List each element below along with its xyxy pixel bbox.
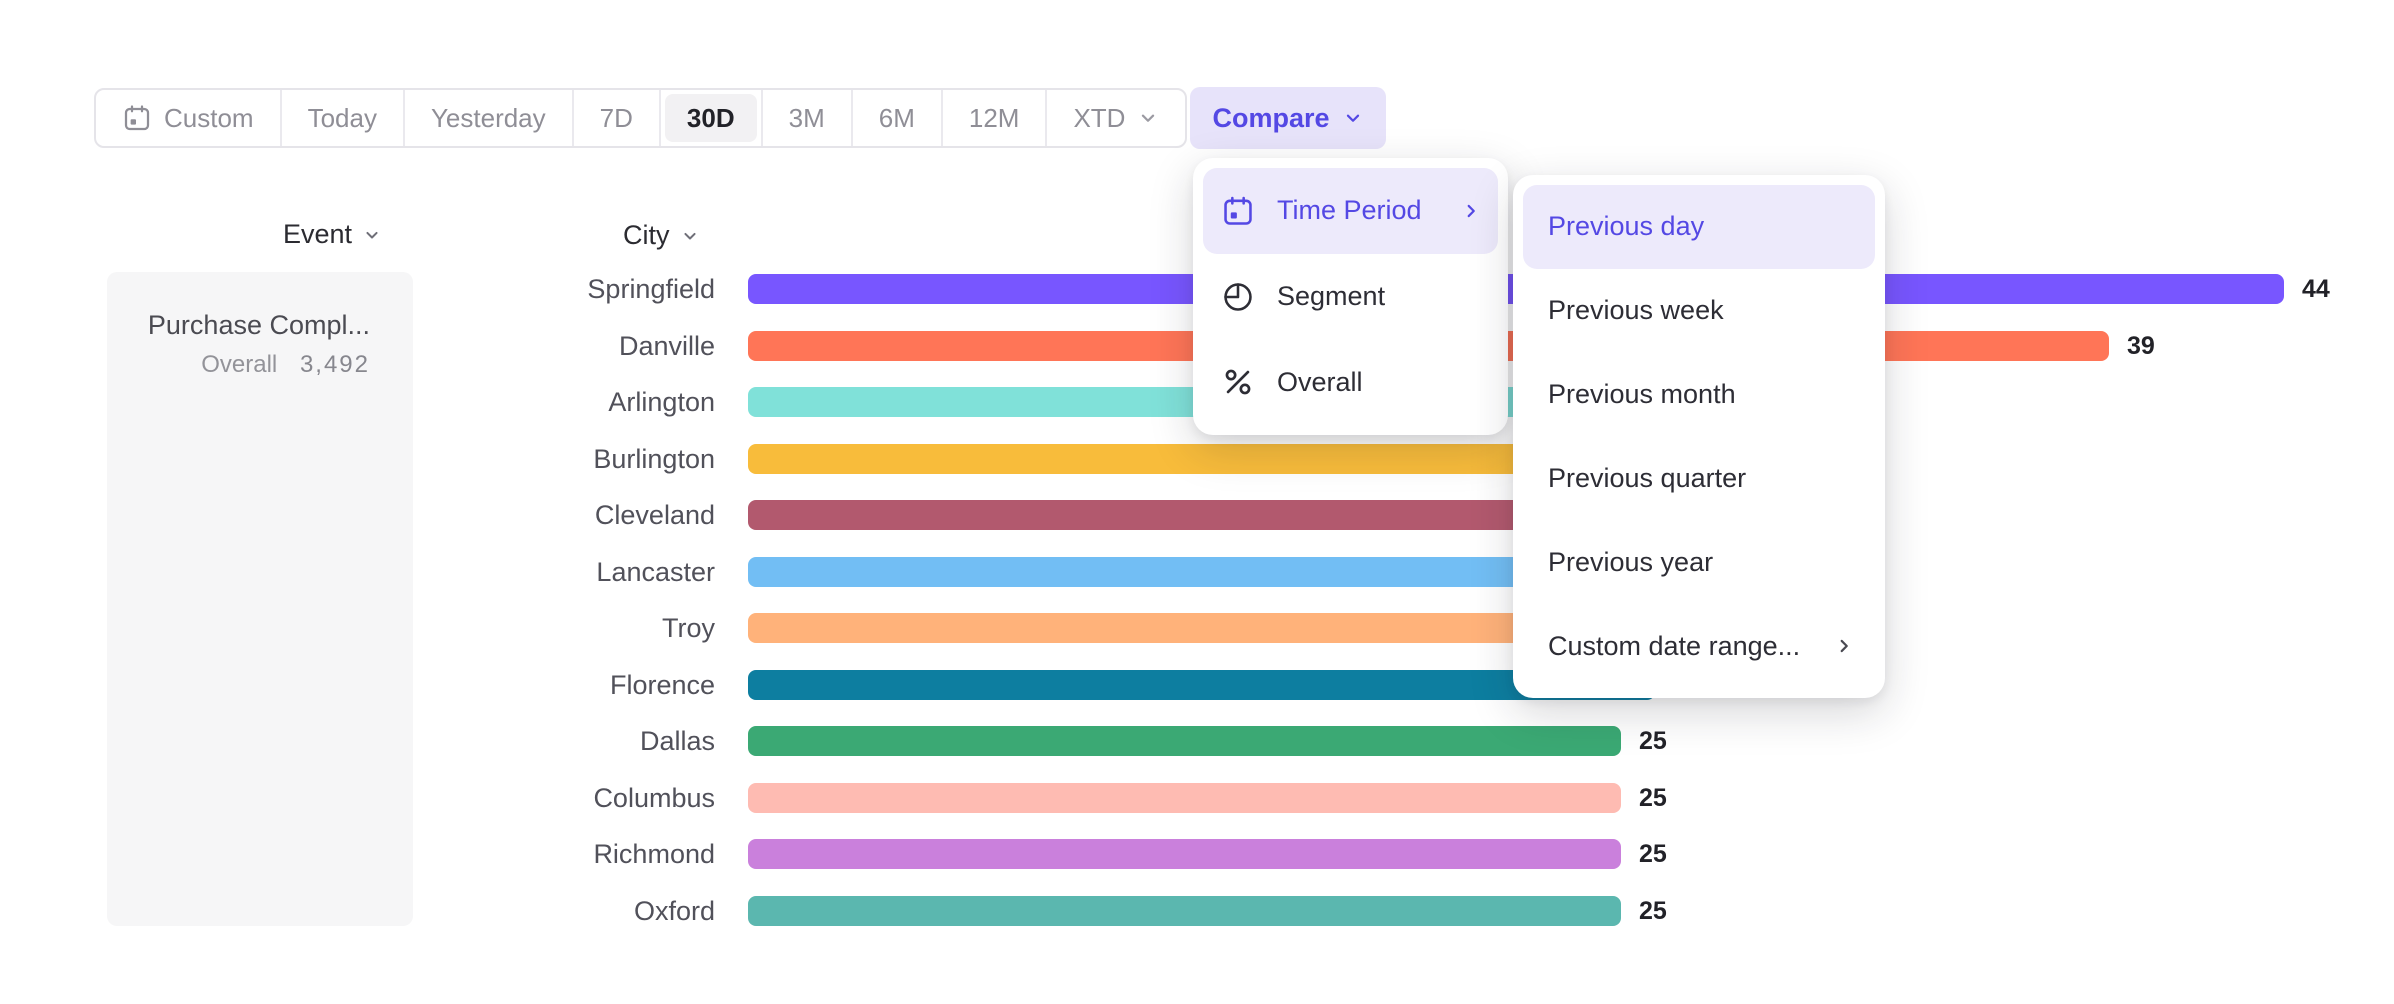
menu-item-time-period[interactable]: Time Period [1203, 168, 1498, 254]
category-label: Oxford [400, 896, 715, 926]
category-label: Lancaster [400, 557, 715, 587]
chevron-down-icon [1137, 107, 1159, 129]
range-button-yesterday[interactable]: Yesterday [405, 90, 574, 146]
chevron-right-icon [1833, 635, 1855, 657]
menu-item-previous-week[interactable]: Previous week [1523, 269, 1875, 353]
range-button-custom[interactable]: Custom [96, 90, 282, 146]
percent-icon [1221, 365, 1255, 399]
menu-item-overall[interactable]: Overall [1203, 339, 1498, 425]
value-label: 39 [2127, 331, 2155, 362]
chart-row: Troy [0, 613, 2394, 643]
event-legend-card[interactable]: Purchase Compl... Overall 3,492 [107, 272, 413, 926]
range-button-label: 6M [879, 103, 915, 134]
event-header-label: Event [283, 219, 352, 250]
chevron-down-icon [362, 225, 382, 245]
segment-icon [1221, 280, 1255, 314]
bar-oxford[interactable] [748, 896, 1621, 926]
range-button-label: 30D [687, 103, 735, 134]
compare-dropdown-menu: Time Period Segment Overall [1193, 158, 1508, 435]
range-button-3m[interactable]: 3M [763, 90, 853, 146]
range-button-label: 7D [600, 103, 633, 134]
chart-row: Florence [0, 670, 2394, 700]
category-label: Columbus [400, 783, 715, 813]
calendar-icon [1221, 194, 1255, 228]
menu-item-label: Overall [1277, 367, 1363, 398]
chart-row: Dallas 25 [0, 726, 2394, 756]
calendar-icon [122, 103, 152, 133]
menu-item-label: Segment [1277, 281, 1385, 312]
range-button-12m[interactable]: 12M [943, 90, 1048, 146]
range-button-label: Yesterday [431, 103, 546, 134]
category-label: Florence [400, 670, 715, 700]
chevron-down-icon [680, 226, 700, 246]
chevron-right-icon [1460, 200, 1482, 222]
event-column-header[interactable]: Event [283, 219, 382, 250]
menu-item-label: Previous day [1548, 211, 1704, 242]
chevron-down-icon [1342, 107, 1364, 129]
menu-item-previous-quarter[interactable]: Previous quarter [1523, 436, 1875, 520]
value-label: 25 [1639, 839, 1667, 870]
menu-item-segment[interactable]: Segment [1203, 254, 1498, 340]
menu-item-previous-month[interactable]: Previous month [1523, 353, 1875, 437]
date-range-toolbar: Custom Today Yesterday 7D 30D 3M 6M 12M XTD [94, 88, 1187, 148]
category-label: Dallas [400, 726, 715, 756]
value-label: 25 [1639, 783, 1667, 814]
menu-item-previous-day[interactable]: Previous day [1523, 185, 1875, 269]
category-label: Danville [400, 331, 715, 361]
chart-row: Lancaster [0, 557, 2394, 587]
value-label: 25 [1639, 896, 1667, 927]
chart-row: Columbus 25 [0, 783, 2394, 813]
menu-item-custom-date-range[interactable]: Custom date range... [1523, 604, 1875, 688]
menu-item-label: Previous month [1548, 379, 1736, 410]
menu-item-label: Time Period [1277, 195, 1422, 226]
range-button-label: XTD [1073, 103, 1125, 134]
insights-report: Custom Today Yesterday 7D 30D 3M 6M 12M XTD Comp… [0, 0, 2394, 1004]
category-label: Arlington [400, 387, 715, 417]
value-label: 25 [1639, 726, 1667, 757]
menu-item-previous-year[interactable]: Previous year [1523, 520, 1875, 604]
range-button-label: 3M [789, 103, 825, 134]
city-header-label: City [623, 220, 670, 251]
chart-row: Burlington [0, 444, 2394, 474]
menu-item-label: Custom date range... [1548, 631, 1800, 662]
category-label: Cleveland [400, 500, 715, 530]
menu-item-label: Previous quarter [1548, 463, 1746, 494]
range-button-label: 12M [969, 103, 1020, 134]
city-column-header[interactable]: City [623, 220, 700, 251]
bar-richmond[interactable] [748, 839, 1621, 869]
time-period-submenu: Previous day Previous week Previous month P… [1513, 175, 1885, 698]
chart-row: Cleveland [0, 500, 2394, 530]
range-button-today[interactable]: Today [282, 90, 405, 146]
category-label: Burlington [400, 444, 715, 474]
category-label: Springfield [400, 274, 715, 304]
chart-row: Richmond 25 [0, 839, 2394, 869]
menu-item-label: Previous year [1548, 547, 1713, 578]
bar-columbus[interactable] [748, 783, 1621, 813]
menu-item-label: Previous week [1548, 295, 1724, 326]
compare-button-label: Compare [1212, 103, 1329, 134]
category-label: Troy [400, 613, 715, 643]
range-button-label: Today [308, 103, 377, 134]
chart-row: Oxford 25 [0, 896, 2394, 926]
value-label: 44 [2302, 274, 2330, 305]
range-button-6m[interactable]: 6M [853, 90, 943, 146]
bar-dallas[interactable] [748, 726, 1621, 756]
range-button-xtd[interactable]: XTD [1047, 90, 1185, 146]
range-button-label: Custom [164, 103, 254, 134]
range-button-30d[interactable]: 30D [661, 90, 763, 146]
compare-button[interactable]: Compare [1190, 87, 1386, 149]
category-label: Richmond [400, 839, 715, 869]
range-button-7d[interactable]: 7D [574, 90, 661, 146]
